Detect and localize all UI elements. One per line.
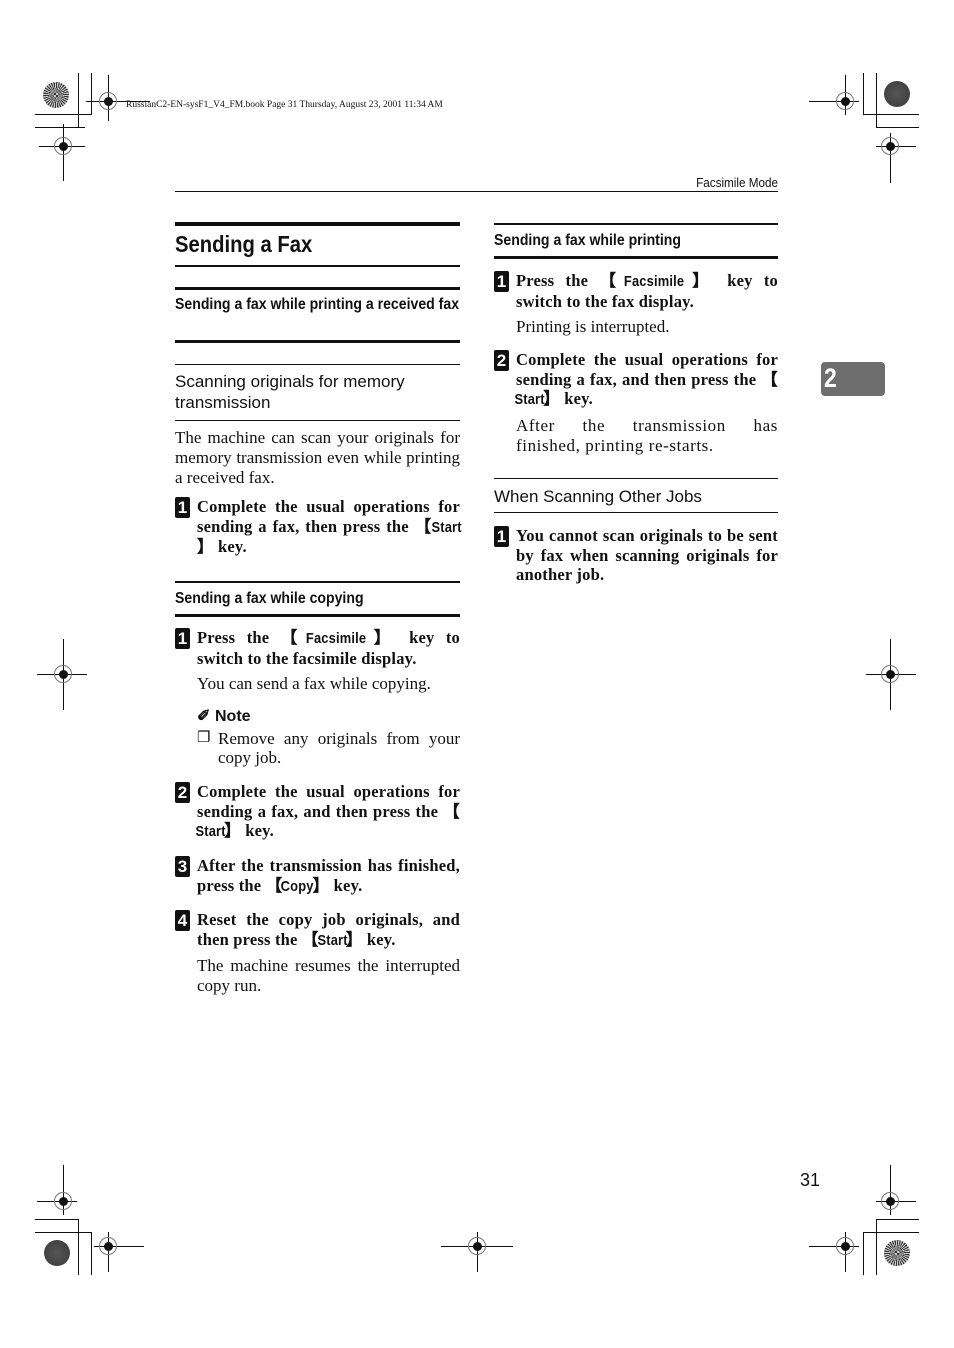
key-label-start: Start bbox=[317, 931, 348, 949]
step-2: 2 Complete the usual operations for send… bbox=[175, 782, 460, 842]
crop-mark bbox=[876, 1219, 919, 1220]
key-label-start: Start bbox=[195, 823, 226, 840]
crop-mark bbox=[35, 1219, 78, 1220]
key-label-facsimile: Facsimile bbox=[305, 630, 366, 647]
book-info: RussianC2-EN-sysF1_V4_FM.book Page 31 Th… bbox=[126, 100, 443, 110]
step-number-badge: 3 bbox=[175, 856, 190, 877]
note-heading: ✐ Note bbox=[197, 708, 251, 725]
step-number-badge: 1 bbox=[175, 497, 190, 518]
crop-mark bbox=[91, 1232, 92, 1275]
crop-mark bbox=[78, 73, 79, 128]
registration-disc-icon bbox=[884, 81, 910, 107]
crop-mark bbox=[863, 114, 919, 115]
crop-mark bbox=[863, 1232, 864, 1275]
subsection-heading: Scanning originals for memory transmissi… bbox=[175, 372, 405, 412]
key-label-copy: Copy bbox=[281, 877, 314, 895]
step-result: The machine resumes the interrupted copy… bbox=[197, 956, 460, 995]
registration-disc-icon bbox=[44, 1240, 70, 1266]
section-heading: Sending a fax while printing a received … bbox=[175, 296, 460, 313]
step-number-badge: 1 bbox=[494, 271, 509, 292]
pencil-icon: ✐ bbox=[197, 708, 211, 725]
crop-mark bbox=[863, 73, 864, 115]
step-instruction: Press the 【Facsimile】 key to switch to t… bbox=[516, 271, 779, 311]
key-label-facsimile: Facsimile bbox=[624, 273, 685, 290]
step-2: 2 Complete the usual operations for send… bbox=[494, 350, 778, 456]
key-label-start: Start bbox=[431, 518, 462, 536]
step-result: After the transmission has finished, pri… bbox=[516, 415, 778, 455]
crop-mark bbox=[35, 114, 92, 115]
step-1: 1 Press the 【Facsimile】 key to switch to… bbox=[494, 271, 778, 337]
step-instruction: After the transmission has finished, pre… bbox=[197, 856, 460, 895]
subsection-top-rule bbox=[175, 364, 460, 365]
section-bottom-rule bbox=[175, 614, 460, 617]
step-1: 1 Complete the usual operations for send… bbox=[175, 497, 462, 557]
crop-mark bbox=[876, 127, 919, 128]
section-top-rule bbox=[175, 581, 460, 583]
step-3: 3 After the transmission has finished, p… bbox=[175, 856, 460, 896]
crop-mark bbox=[78, 1219, 79, 1275]
section-bottom-rule bbox=[494, 256, 778, 259]
step-instruction: You cannot scan originals to be sent by … bbox=[516, 526, 778, 584]
step-result: You can send a fax while copying. bbox=[197, 674, 431, 693]
title-top-rule bbox=[175, 222, 460, 226]
section-bottom-rule bbox=[175, 340, 460, 343]
checkbox-icon: ❐ bbox=[197, 730, 211, 746]
registration-disc-icon bbox=[884, 1240, 910, 1266]
section-top-rule bbox=[175, 287, 460, 290]
step-number-badge: 1 bbox=[494, 526, 509, 547]
key-label-start: Start bbox=[514, 391, 545, 408]
subsection-top-rule bbox=[494, 478, 778, 479]
subsection-bottom-rule bbox=[494, 512, 778, 513]
section-top-rule bbox=[494, 223, 778, 225]
step-number-badge: 1 bbox=[175, 628, 190, 649]
crop-mark bbox=[35, 1232, 92, 1233]
step-4: 4 Reset the copy job originals, and then… bbox=[175, 910, 460, 996]
crop-mark bbox=[876, 73, 877, 128]
chapter-number: 2 bbox=[824, 363, 837, 393]
step-instruction: Complete the usual operations for sendin… bbox=[514, 350, 778, 408]
registration-disc-icon bbox=[43, 82, 69, 108]
subsection-bottom-rule bbox=[175, 420, 460, 421]
section-heading: Sending a fax while copying bbox=[175, 590, 364, 607]
crop-mark bbox=[876, 1219, 877, 1275]
intro-paragraph: The machine can scan your originals for … bbox=[175, 428, 460, 487]
page-number: 31 bbox=[800, 1170, 821, 1190]
step-instruction: Complete the usual operations for sendin… bbox=[195, 782, 460, 840]
page-title: Sending a Fax bbox=[175, 231, 313, 257]
crop-mark bbox=[91, 73, 92, 115]
step-number-badge: 2 bbox=[494, 350, 509, 371]
section-heading: Sending a fax while printing bbox=[494, 232, 681, 249]
note-box: ✐ Note ❐ Remove any originals from your co… bbox=[197, 706, 460, 767]
crop-mark bbox=[863, 1232, 919, 1233]
step-1: 1 Press the 【Facsimile】 key to switch to… bbox=[175, 628, 460, 767]
step-number-badge: 2 bbox=[175, 782, 190, 803]
note-item: ❐ Remove any originals from your copy job… bbox=[197, 729, 460, 767]
step-instruction: Press the 【Facsimile】 key to switch to t… bbox=[197, 628, 460, 668]
title-bottom-rule bbox=[175, 265, 460, 267]
header-rule bbox=[175, 191, 778, 192]
step-instruction: Reset the copy job originals, and then p… bbox=[197, 910, 460, 949]
step-1: 1 You cannot scan originals to be sent b… bbox=[494, 526, 778, 585]
step-number-badge: 4 bbox=[175, 910, 190, 931]
step-instruction: Complete the usual operations for sendin… bbox=[197, 497, 462, 556]
step-result: Printing is interrupted. bbox=[516, 317, 670, 336]
subsection-heading: When Scanning Other Jobs bbox=[494, 487, 702, 506]
chapter-tab: 2 bbox=[821, 362, 885, 396]
running-head: Facsimile Mode bbox=[696, 175, 778, 190]
